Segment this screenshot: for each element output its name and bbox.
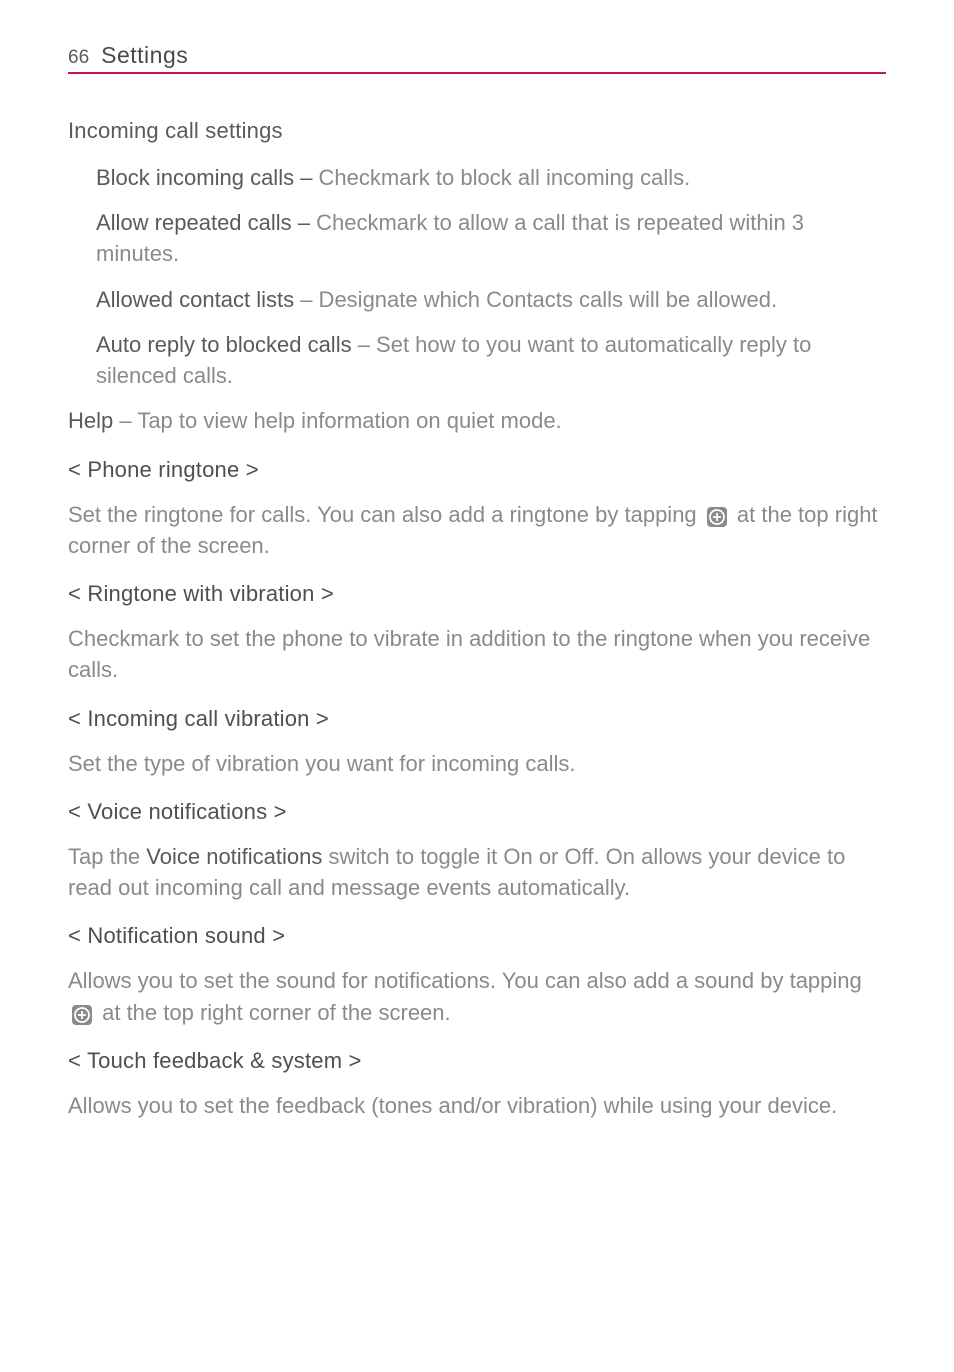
ringtone-vibration-desc: Checkmark to set the phone to vibrate in… — [68, 623, 886, 685]
phone-ringtone-desc: Set the ringtone for calls. You can also… — [68, 499, 886, 561]
incoming-vibration-heading: < Incoming call vibration > — [68, 706, 886, 732]
notification-sound-desc: Allows you to set the sound for notifica… — [68, 965, 886, 1027]
voice-notifications-lead: Voice notifications — [146, 844, 322, 869]
ringtone-vibration-heading: < Ringtone with vibration > — [68, 581, 886, 607]
help-desc: – Tap to view help information on quiet … — [113, 408, 561, 433]
plus-icon — [71, 1003, 93, 1025]
phone-ringtone-pre: Set the ringtone for calls. You can also… — [68, 502, 703, 527]
allowed-contacts-desc: – Designate which Contacts calls will be… — [294, 287, 777, 312]
incoming-call-settings-heading: Incoming call settings — [68, 118, 886, 144]
allowed-contacts-lead: Allowed contact lists — [96, 287, 294, 312]
allow-repeated-item: Allow repeated calls – Checkmark to allo… — [96, 207, 886, 269]
help-lead: Help — [68, 408, 113, 433]
voice-notifications-heading: < Voice notifications > — [68, 799, 886, 825]
block-incoming-item: Block incoming calls – Checkmark to bloc… — [96, 162, 886, 193]
plus-icon — [706, 505, 728, 527]
page-header: 66 Settings — [68, 42, 886, 74]
help-item: Help – Tap to view help information on q… — [68, 405, 886, 436]
allowed-contacts-item: Allowed contact lists – Designate which … — [96, 284, 886, 315]
touch-feedback-heading: < Touch feedback & system > — [68, 1048, 886, 1074]
block-incoming-lead: Block incoming calls – — [96, 165, 319, 190]
block-incoming-desc: Checkmark to block all incoming calls. — [319, 165, 691, 190]
section-title: Settings — [101, 42, 188, 69]
incoming-vibration-desc: Set the type of vibration you want for i… — [68, 748, 886, 779]
touch-feedback-desc: Allows you to set the feedback (tones an… — [68, 1090, 886, 1121]
auto-reply-lead: Auto reply to blocked calls — [96, 332, 352, 357]
phone-ringtone-heading: < Phone ringtone > — [68, 457, 886, 483]
notification-sound-post: at the top right corner of the screen. — [96, 1000, 451, 1025]
notification-sound-heading: < Notification sound > — [68, 923, 886, 949]
voice-notifications-desc: Tap the Voice notifications switch to to… — [68, 841, 886, 903]
page-number: 66 — [68, 47, 89, 69]
voice-notifications-pre: Tap the — [68, 844, 146, 869]
notification-sound-pre: Allows you to set the sound for notifica… — [68, 968, 862, 993]
allow-repeated-lead: Allow repeated calls – — [96, 210, 316, 235]
auto-reply-item: Auto reply to blocked calls – Set how to… — [96, 329, 886, 391]
